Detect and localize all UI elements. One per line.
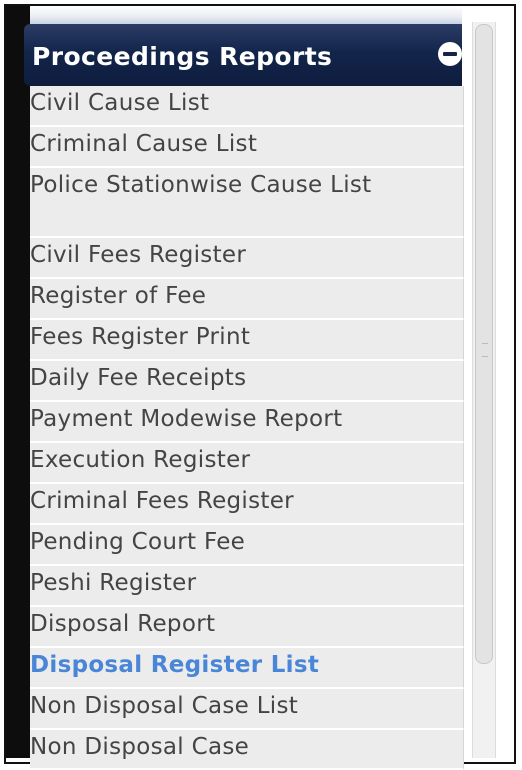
- menu-item-peshi-register[interactable]: Peshi Register: [30, 566, 464, 607]
- menu-item-pending-court-fee[interactable]: Pending Court Fee: [30, 525, 464, 566]
- vertical-scrollbar[interactable]: [472, 22, 496, 758]
- menu-item-daily-fee-receipts[interactable]: Daily Fee Receipts: [30, 361, 464, 402]
- report-menu: Civil Cause List Criminal Cause List Pol…: [30, 86, 464, 770]
- menu-item-non-disposal-case-list[interactable]: Non Disposal Case List: [30, 689, 464, 730]
- menu-item-payment-modewise-report[interactable]: Payment Modewise Report: [30, 402, 464, 443]
- section-header-title: Proceedings Reports: [32, 42, 333, 71]
- menu-item-execution-register[interactable]: Execution Register: [30, 443, 464, 484]
- menu-item-police-stationwise-cause-list[interactable]: Police Stationwise Cause List: [30, 168, 464, 238]
- left-edge-bar: [6, 6, 32, 758]
- section-header-proceedings-reports[interactable]: Proceedings Reports: [24, 24, 462, 86]
- menu-item-civil-fees-register[interactable]: Civil Fees Register: [30, 238, 464, 279]
- top-strip: [30, 6, 462, 24]
- menu-item-register-of-fee[interactable]: Register of Fee: [30, 279, 464, 320]
- scrollbar-grip: [482, 343, 488, 357]
- menu-item-civil-cause-list[interactable]: Civil Cause List: [30, 86, 464, 127]
- menu-item-disposal-register-list[interactable]: Disposal Register List: [30, 648, 464, 689]
- menu-item-criminal-cause-list[interactable]: Criminal Cause List: [30, 127, 464, 168]
- menu-item-non-disposal-case[interactable]: Non Disposal Case: [30, 730, 464, 770]
- menu-item-fees-register-print[interactable]: Fees Register Print: [30, 320, 464, 361]
- minus-circle-icon[interactable]: [438, 42, 462, 66]
- menu-item-disposal-report[interactable]: Disposal Report: [30, 607, 464, 648]
- scrollbar-thumb[interactable]: [475, 24, 493, 664]
- menu-item-criminal-fees-register[interactable]: Criminal Fees Register: [30, 484, 464, 525]
